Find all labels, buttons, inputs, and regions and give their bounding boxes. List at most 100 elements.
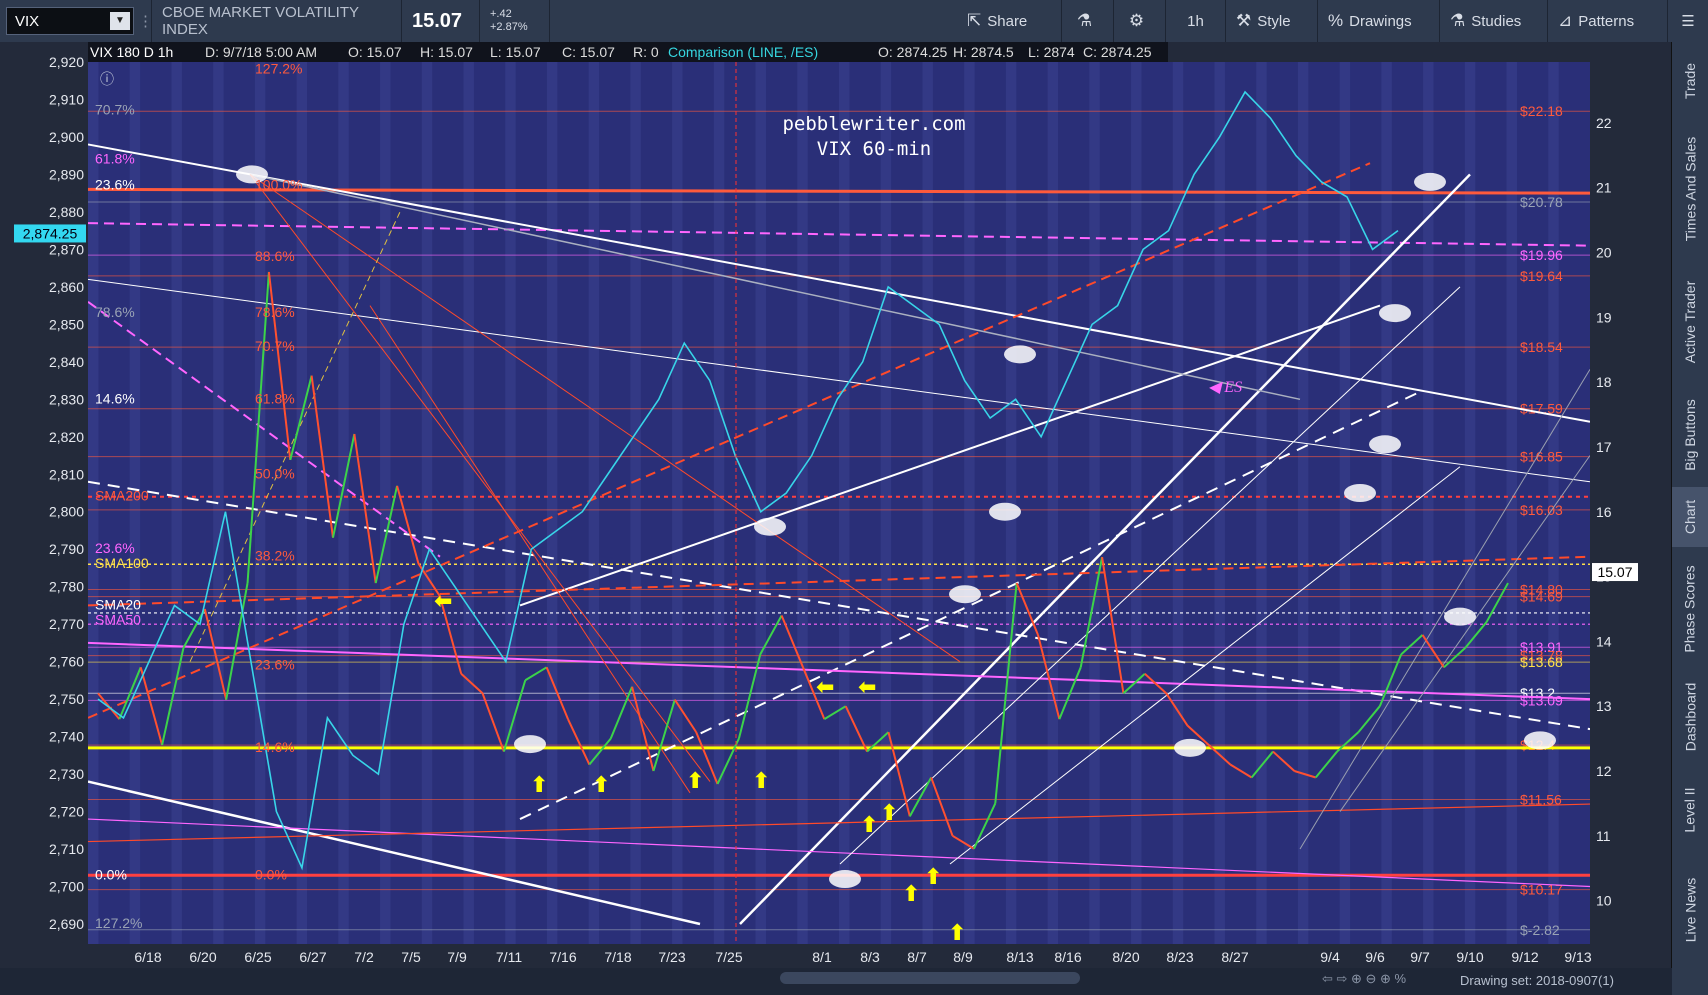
fib-label-left: 61.8%: [95, 150, 135, 166]
header-c: C: 15.07: [562, 44, 615, 60]
x-tick: 6/25: [244, 949, 271, 965]
x-tick: 9/10: [1456, 949, 1483, 965]
right-tick: 17: [1596, 439, 1612, 455]
left-tick: 2,720: [49, 804, 84, 820]
marker-oval: [829, 870, 861, 889]
chart-canvas[interactable]: VIX 180 D 1h D: 9/7/18 5:00 AM O: 15.07 H: …: [0, 42, 1672, 968]
header-co: O: 2874.25: [878, 44, 947, 60]
menu-button[interactable]: ☰: [1668, 0, 1708, 42]
session-band: [797, 62, 808, 944]
x-tick: 7/11: [496, 949, 522, 965]
right-tick: 19: [1596, 309, 1612, 325]
left-tick: 2,760: [49, 654, 84, 670]
rail-trade[interactable]: Trade: [1672, 46, 1708, 116]
level-label: $14.69: [1520, 589, 1563, 605]
session-band: [1131, 62, 1142, 944]
left-tick: 2,740: [49, 729, 84, 745]
patterns-button[interactable]: ⊿ Patterns: [1548, 0, 1668, 42]
right-value-text: 15.07: [1597, 564, 1632, 580]
header-r: R: 0: [633, 44, 659, 60]
marker-oval: [1004, 345, 1036, 364]
session-band: [964, 62, 975, 944]
left-tick: 2,690: [49, 916, 84, 932]
left-tick: 2,850: [49, 316, 84, 332]
es-label: ◀ ES: [1208, 379, 1242, 396]
symbol-input[interactable]: VIX ▼: [6, 7, 134, 35]
right-tick: 21: [1596, 180, 1612, 196]
x-tick: 9/4: [1320, 949, 1340, 965]
left-tick: 2,920: [49, 54, 84, 70]
rail-phase-scores[interactable]: Phase Scores: [1672, 554, 1708, 664]
support-arrow-icon: ⬆: [592, 773, 610, 798]
gear-icon: ⚙: [1128, 11, 1145, 30]
level-label: $20.78: [1520, 194, 1563, 210]
session-band: [672, 62, 683, 944]
header-date: D: 9/7/18 5:00 AM: [205, 44, 317, 60]
left-tick: 2,780: [49, 579, 84, 595]
support-arrow-icon: ⬆: [924, 865, 942, 890]
session-band: [421, 62, 433, 944]
studies-button[interactable]: ⚗ Studies: [1440, 0, 1548, 42]
rail-label: Live News: [1682, 877, 1698, 943]
rail-label: Trade: [1682, 62, 1698, 100]
link-icon[interactable]: ⋮: [138, 0, 153, 42]
session-band: [463, 62, 474, 944]
bottom-bar: ⇦ ⇨ ⊕ ⊖ ⊕ % Drawing set: 2018-0907(1): [0, 968, 1672, 995]
left-tick: 2,890: [49, 166, 84, 182]
share-button[interactable]: ⇱ Share: [957, 0, 1062, 42]
marker-oval: [754, 517, 786, 536]
x-tick: 9/12: [1511, 949, 1538, 965]
flask-button[interactable]: ⚗: [1062, 0, 1114, 42]
x-tick: 8/16: [1054, 949, 1081, 965]
x-tick: 8/9: [953, 949, 973, 965]
sma-label: SMA50: [95, 611, 141, 627]
horizontal-scrollbar[interactable]: [780, 972, 1080, 984]
rail-label: Phase Scores: [1682, 565, 1699, 653]
rail-big-buttons[interactable]: Big Buttons: [1672, 390, 1708, 480]
zoom-controls[interactable]: ⇦ ⇨ ⊕ ⊖ ⊕ %: [1322, 971, 1406, 987]
chevron-down-icon[interactable]: ▼: [110, 12, 130, 30]
session-band: [1047, 62, 1059, 944]
session-band: [1214, 62, 1225, 944]
x-tick: 7/18: [604, 949, 631, 965]
index-name: CBOE MARKET VOLATILITY INDEX: [152, 0, 402, 42]
header-cc: C: 2874.25: [1083, 44, 1152, 60]
last-price: 15.07: [402, 0, 480, 42]
fib-label-mid: 61.8%: [255, 390, 295, 406]
right-tick: 11: [1596, 828, 1611, 844]
right-tick: 12: [1596, 763, 1612, 779]
rail-dashboard[interactable]: Dashboard: [1672, 672, 1708, 762]
session-band: [1172, 62, 1184, 944]
rail-label: Times And Sales: [1682, 136, 1698, 242]
settings-button[interactable]: ⚙: [1114, 0, 1166, 42]
x-tick: 9/6: [1365, 949, 1385, 965]
level-label: $-2.82: [1520, 922, 1560, 938]
share-label: Share: [987, 12, 1028, 30]
level-label: $22.18: [1520, 103, 1563, 119]
info-icon: ⓘ: [100, 72, 114, 88]
rail-live-news[interactable]: Live News: [1672, 860, 1708, 960]
marker-oval: [1524, 731, 1556, 750]
right-tick: 20: [1596, 245, 1612, 261]
left-tick: 2,880: [49, 204, 84, 220]
fib-label-mid: 70.7%: [255, 338, 295, 354]
rail-active-trader[interactable]: Active Trader: [1672, 262, 1708, 382]
rail-level-ii[interactable]: Level II: [1672, 770, 1708, 850]
session-band: [713, 62, 725, 944]
right-tick: 16: [1596, 504, 1612, 520]
x-tick: 8/1: [812, 949, 832, 965]
style-button[interactable]: ⚒ Style: [1226, 0, 1318, 42]
left-tick: 2,840: [49, 354, 84, 370]
header-study: VIX 180 D 1h: [90, 44, 173, 60]
x-tick: 9/7: [1410, 949, 1430, 965]
session-band: [1381, 62, 1392, 944]
fib-label-mid: 0.0%: [255, 866, 287, 882]
style-label: Style: [1257, 12, 1291, 30]
sma-label: SMA200: [95, 488, 149, 504]
rail-chart[interactable]: Chart: [1672, 487, 1708, 547]
price-change: +.42 +2.87%: [480, 0, 550, 42]
rail-times-and-sales[interactable]: Times And Sales: [1672, 124, 1708, 254]
interval-button[interactable]: 1h: [1166, 0, 1226, 42]
fib-label-left: 70.7%: [95, 102, 135, 118]
drawings-button[interactable]: % Drawings: [1318, 0, 1440, 42]
